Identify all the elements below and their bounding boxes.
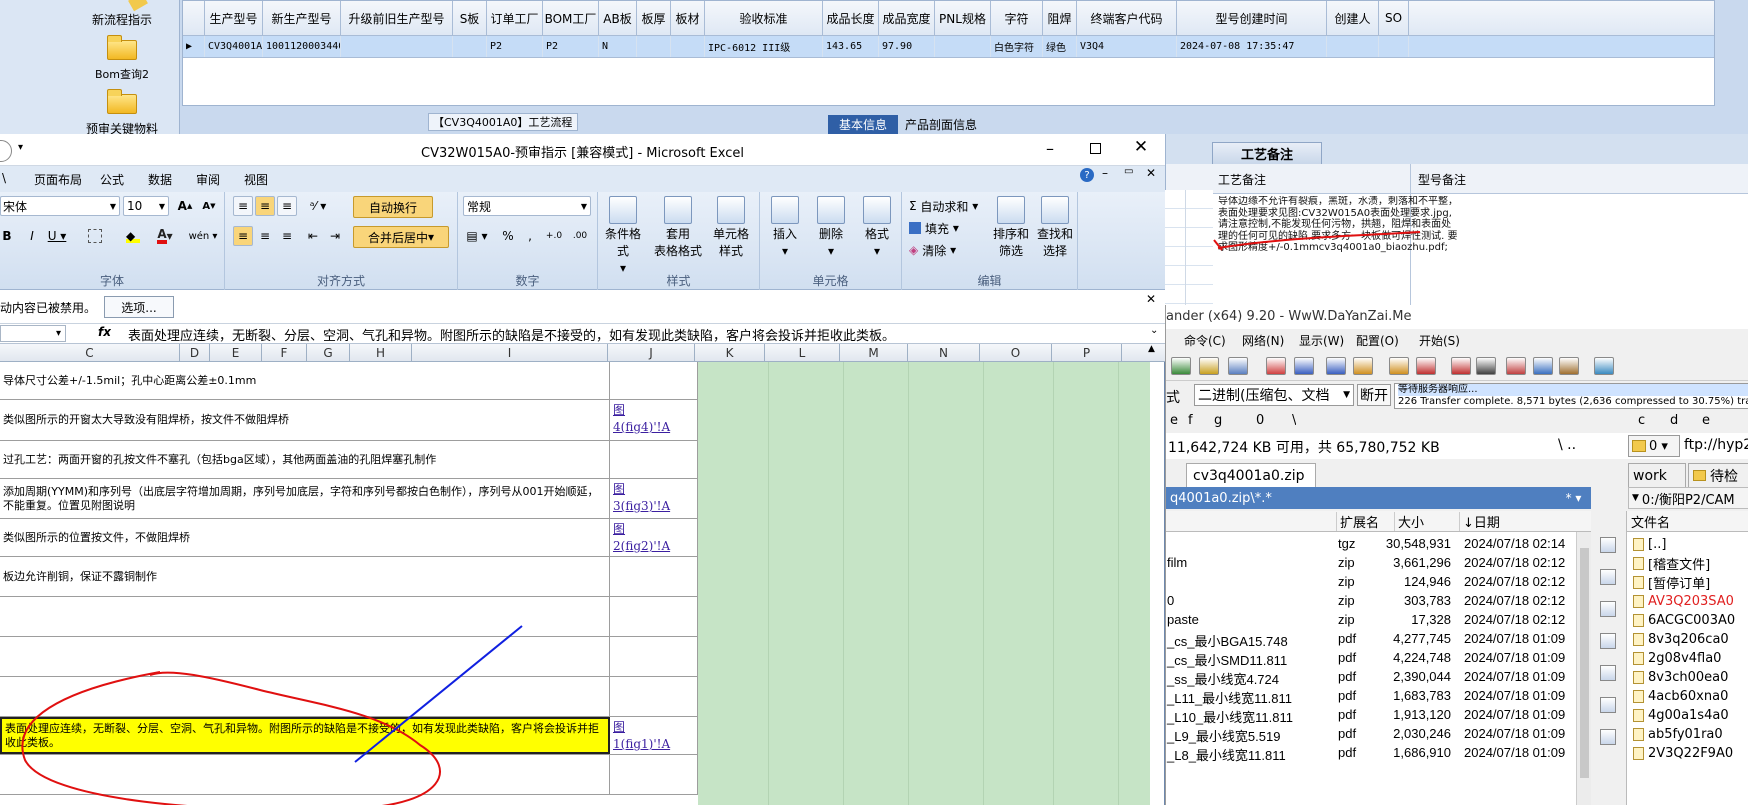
blue-arrow-annotation bbox=[354, 625, 523, 763]
red-underline-annotation bbox=[1217, 231, 1421, 249]
annotation-layer bbox=[21, 231, 1421, 805]
red-tick-annotation bbox=[1213, 239, 1223, 251]
red-ellipse-annotation bbox=[21, 671, 441, 805]
